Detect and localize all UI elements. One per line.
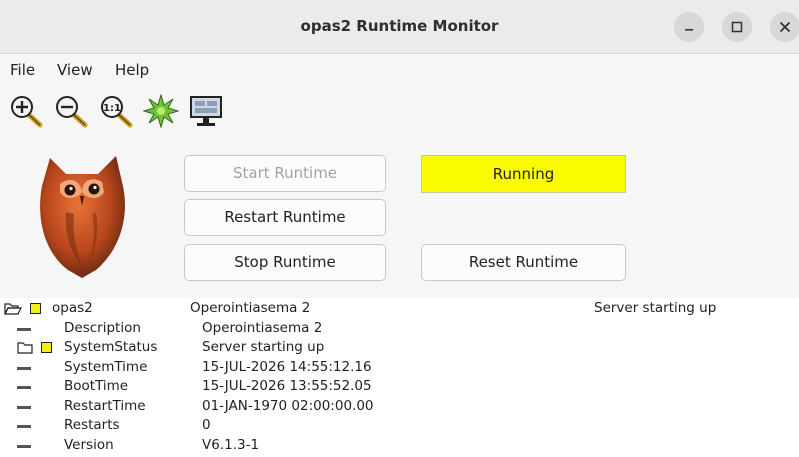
leaf-dash-icon [17,386,31,389]
status-indicator-icon [30,303,41,314]
tree-item-value: V6.1.3-1 [202,437,260,453]
tree-item-value: 01-JAN-1970 02:00:00.00 [202,398,374,414]
menu-file[interactable]: File [10,61,35,79]
minimize-icon [685,29,693,31]
tree-row-description[interactable]: Description Operointiasema 2 [0,319,799,338]
toolbar: 1:1 [0,86,799,134]
leaf-dash-icon [17,406,31,409]
tree-item-value: Server starting up [202,339,325,355]
tree-item-name: SystemTime [64,359,148,375]
maximize-button[interactable] [722,12,752,42]
restart-runtime-button[interactable]: Restart Runtime [184,199,386,236]
tree-row-restarttime[interactable]: RestartTime 01-JAN-1970 02:00:00.00 [0,397,799,416]
tree-item-name: Version [64,437,114,453]
tree-root-status: Server starting up [594,300,717,316]
zoom-reset-button[interactable]: 1:1 [98,94,134,128]
monitor-icon [190,96,222,126]
control-panel: Start Runtime Restart Runtime Stop Runti… [0,134,799,298]
maximize-icon [731,21,743,33]
tree-item-name: BootTime [64,378,129,394]
tree-row-boottime[interactable]: BootTime 15-JUL-2026 13:55:52.05 [0,377,799,396]
tree-row-version[interactable]: Version V6.1.3-1 [0,436,799,455]
runtime-status-indicator: Running [421,155,626,193]
leaf-dash-icon [17,425,31,428]
minimize-button[interactable] [674,12,704,42]
zoom-in-icon [11,96,43,128]
close-icon [779,21,791,33]
tree-item-value: Operointiasema 2 [202,320,323,336]
tree-row-systemtime[interactable]: SystemTime 15-JUL-2026 14:55:12.16 [0,358,799,377]
tree-item-name: Description [64,320,141,336]
star-burst-icon [142,93,180,129]
status-tree: opas2 Operointiasema 2 Server starting u… [0,298,799,457]
menu-view[interactable]: View [57,61,93,79]
zoom-out-button[interactable] [53,94,89,128]
tree-row-systemstatus[interactable]: SystemStatus Server starting up [0,338,799,357]
owl-logo [40,156,125,278]
tree-item-name: RestartTime [64,398,146,414]
tree-item-value: 0 [202,417,211,433]
reset-runtime-button[interactable]: Reset Runtime [421,244,626,281]
leaf-dash-icon [17,367,31,370]
zoom-out-icon [56,96,88,128]
status-indicator-icon [41,342,52,353]
tree-root-value: Operointiasema 2 [190,300,311,316]
zoom-reset-icon: 1:1 [101,96,133,128]
menu-bar: File View Help [0,55,799,85]
folder-icon[interactable] [17,340,34,355]
start-runtime-button[interactable]: Start Runtime [184,155,386,192]
close-button[interactable] [770,12,799,42]
zoom-in-button[interactable] [8,94,44,128]
monitor-button[interactable] [188,94,224,128]
tree-item-name: Restarts [64,417,120,433]
tree-root-name: opas2 [52,300,93,316]
tree-item-value: 15-JUL-2026 14:55:12.16 [202,359,372,375]
star-burst-button[interactable] [142,93,180,129]
svg-text:1:1: 1:1 [103,103,121,114]
tree-root-row[interactable]: opas2 Operointiasema 2 Server starting u… [0,299,799,318]
tree-item-name: SystemStatus [64,339,158,355]
leaf-dash-icon [17,445,31,448]
leaf-dash-icon [17,328,31,331]
tree-item-value: 15-JUL-2026 13:55:52.05 [202,378,372,394]
title-bar: opas2 Runtime Monitor [0,0,799,54]
open-folder-icon[interactable] [4,301,22,316]
menu-help[interactable]: Help [115,61,149,79]
tree-row-restarts[interactable]: Restarts 0 [0,416,799,435]
stop-runtime-button[interactable]: Stop Runtime [184,244,386,281]
